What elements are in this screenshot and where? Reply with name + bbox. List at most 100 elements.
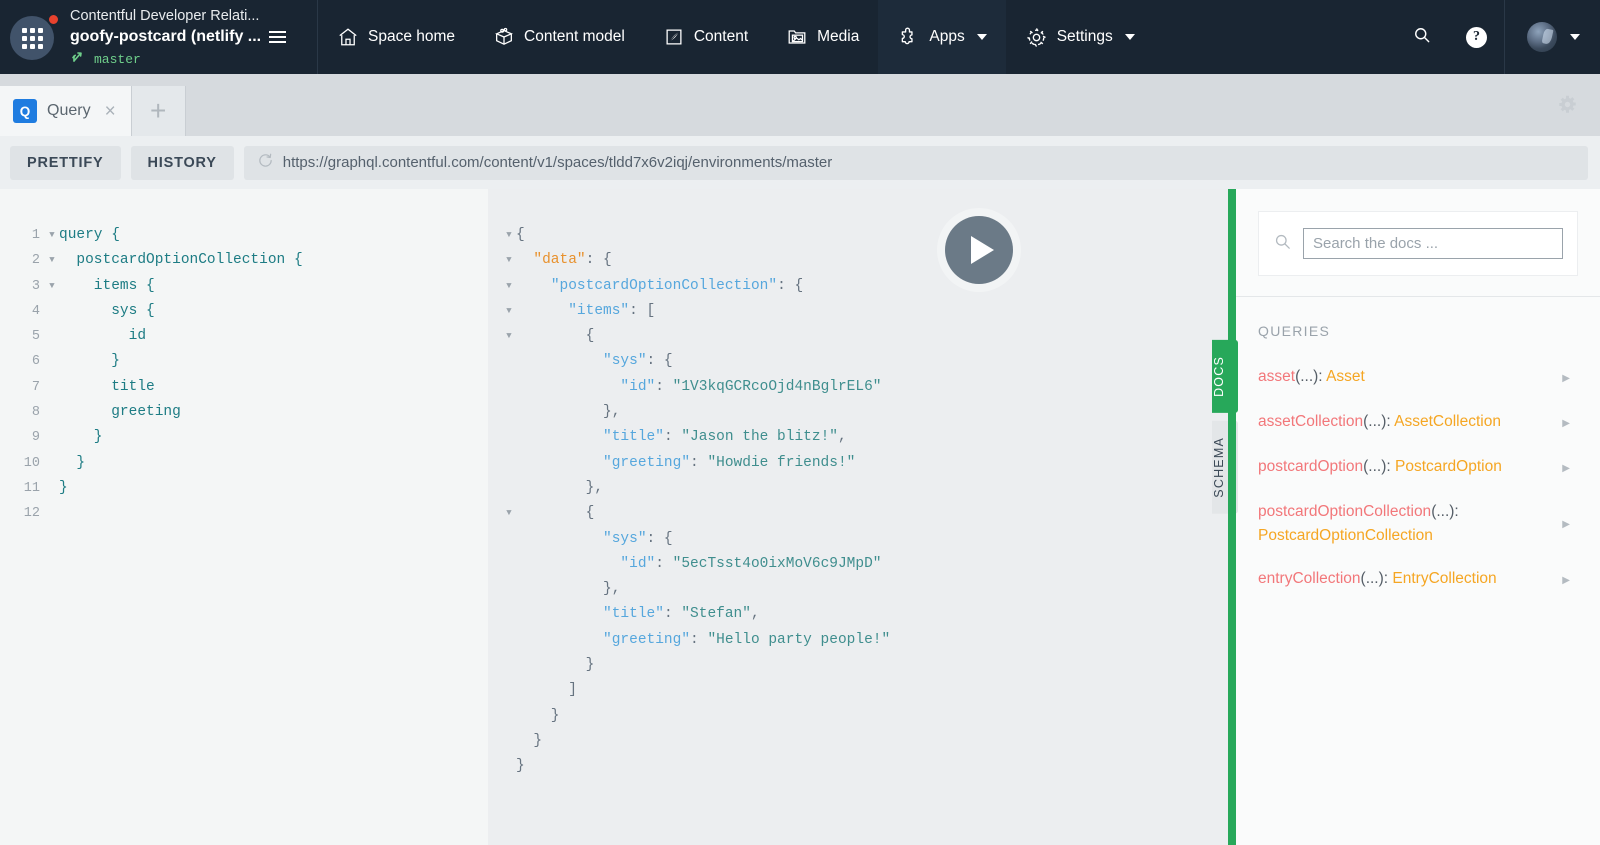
editor-line: 7 title <box>0 375 488 400</box>
chevron-right-icon[interactable]: ▶ <box>1562 410 1570 436</box>
fold-toggle-icon <box>488 729 516 754</box>
fold-toggle-icon[interactable]: ▼ <box>488 223 516 248</box>
line-number: 8 <box>31 405 40 421</box>
result-token: } <box>516 732 543 749</box>
docs-query-item[interactable]: entryCollection(...): EntryCollection ▶ <box>1258 567 1570 593</box>
result-token: "sys" <box>603 530 647 547</box>
chevron-right-icon[interactable]: ▶ <box>1562 365 1570 391</box>
fold-toggle-icon[interactable]: ▼ <box>488 274 516 299</box>
result-line: "title": "Jason the blitz!", <box>488 425 1228 450</box>
search-button[interactable] <box>1395 0 1449 74</box>
result-line: } <box>488 653 1228 678</box>
result-line: "id": "5ecTsst4o0ixMoV6c9JMpD" <box>488 552 1228 577</box>
search-icon-docs <box>1273 232 1292 256</box>
docs-search-input[interactable] <box>1303 228 1563 259</box>
docs-field-type[interactable]: Asset <box>1326 368 1365 385</box>
chevron-down-icon-account[interactable] <box>1570 34 1580 40</box>
fold-toggle-icon <box>488 678 516 703</box>
chevron-down-icon-settings[interactable] <box>1124 34 1135 40</box>
query-tab[interactable]: Q Query × <box>0 86 132 136</box>
endpoint-url-text: https://graphql.contentful.com/content/v… <box>282 154 833 171</box>
result-token: }, <box>516 479 604 496</box>
nav-item-content-model[interactable]: Content model <box>474 0 644 74</box>
nav-item-space-home[interactable]: Space home <box>318 0 474 74</box>
result-line: ▼{ <box>488 223 1228 248</box>
fold-toggle-icon[interactable]: ▼ <box>488 501 516 526</box>
docs-query-item[interactable]: assetCollection(...): AssetCollection ▶ <box>1258 410 1570 436</box>
endpoint-url-bar[interactable]: https://graphql.contentful.com/content/v… <box>243 145 1588 180</box>
line-number: 3 <box>31 278 40 294</box>
result-token: } <box>516 707 560 724</box>
result-line: "greeting": "Hello party people!" <box>488 628 1228 653</box>
editor-line: 6 } <box>0 349 488 374</box>
nav-item-content[interactable]: Content <box>644 0 767 74</box>
result-line: "greeting": "Howdie friends!" <box>488 451 1228 476</box>
docs-content: QUERIES asset(...): Asset ▶ assetCollectio… <box>1236 297 1600 845</box>
docs-field-name[interactable]: asset <box>1258 368 1295 385</box>
execute-query-button[interactable] <box>945 216 1013 284</box>
docs-query-item[interactable]: postcardOption(...): PostcardOption ▶ <box>1258 455 1570 481</box>
result-line: ▼ "postcardOptionCollection": { <box>488 274 1228 299</box>
editor-settings-button[interactable] <box>1557 94 1600 136</box>
docs-field-name[interactable]: assetCollection <box>1258 413 1363 430</box>
docs-field-name[interactable]: postcardOptionCollection <box>1258 503 1431 520</box>
fold-toggle-icon <box>488 400 516 425</box>
result-token <box>516 299 568 324</box>
docs-field-type[interactable]: EntryCollection <box>1392 570 1496 587</box>
docs-query-item[interactable]: postcardOptionCollection(...): PostcardO… <box>1258 500 1570 548</box>
close-icon[interactable]: × <box>105 102 116 121</box>
nav-item-media[interactable]: Media <box>767 0 878 74</box>
chevron-right-icon[interactable]: ▶ <box>1562 567 1570 593</box>
app-launcher[interactable] <box>10 12 60 62</box>
editor-line-text: } <box>59 454 86 471</box>
gear-icon <box>1557 95 1578 119</box>
fold-toggle-icon[interactable]: ▼ <box>45 223 59 248</box>
space-selector[interactable]: Contentful Developer Relati... goofy-pos… <box>0 0 318 74</box>
fold-toggle-icon <box>45 476 59 501</box>
docs-panel-divider[interactable] <box>1228 189 1236 845</box>
result-viewer[interactable]: ▼{▼ "data": {▼ "postcardOptionCollection… <box>488 189 1228 845</box>
environment-name: master <box>94 51 141 67</box>
result-token: }, <box>516 404 621 421</box>
top-navigation-bar: Contentful Developer Relati... goofy-pos… <box>0 0 1600 74</box>
docs-query-item-text: postcardOption(...): PostcardOption <box>1258 455 1562 479</box>
organization-name: Contentful Developer Relati... <box>70 8 260 24</box>
editor-line: 5 id <box>0 324 488 349</box>
fold-toggle-icon[interactable]: ▼ <box>488 299 516 324</box>
fold-toggle-icon[interactable]: ▼ <box>45 248 59 273</box>
chevron-down-icon-apps[interactable] <box>976 34 987 40</box>
editor-line-text: title <box>59 378 155 395</box>
account-menu[interactable] <box>1504 0 1600 74</box>
fold-toggle-icon[interactable]: ▼ <box>488 248 516 273</box>
editor-line: 2 ▼ postcardOptionCollection { <box>0 248 488 273</box>
fold-toggle-icon[interactable]: ▼ <box>45 274 59 299</box>
result-token: : { <box>646 530 673 547</box>
nav-label-content: Content <box>693 28 749 45</box>
docs-field-type[interactable]: PostcardOption <box>1395 458 1502 475</box>
add-tab-button[interactable]: + <box>131 86 186 136</box>
docs-query-item[interactable]: asset(...): Asset ▶ <box>1258 365 1570 391</box>
fold-toggle-icon[interactable]: ▼ <box>488 324 516 349</box>
prettify-button[interactable]: PRETTIFY <box>10 145 121 180</box>
query-editor[interactable]: 1 ▼ query {2 ▼ postcardOptionCollection {3 ▼… <box>0 189 488 845</box>
result-token <box>516 552 620 577</box>
docs-field-args: (...): <box>1295 368 1327 385</box>
docs-field-name[interactable]: postcardOption <box>1258 458 1363 475</box>
nav-item-apps[interactable]: Apps <box>878 0 1006 74</box>
help-question-icon: ? <box>1466 26 1487 48</box>
help-button[interactable]: ? <box>1449 0 1504 74</box>
editor-line: 9 } <box>0 425 488 450</box>
refresh-icon[interactable] <box>257 152 274 174</box>
nav-item-settings[interactable]: Settings <box>1006 0 1154 74</box>
docs-field-name[interactable]: entryCollection <box>1258 570 1361 587</box>
hamburger-menu-icon[interactable] <box>269 30 287 44</box>
chevron-right-icon[interactable]: ▶ <box>1562 511 1570 537</box>
chevron-right-icon[interactable]: ▶ <box>1562 455 1570 481</box>
docs-field-args: (...): <box>1363 458 1395 475</box>
line-number: 6 <box>31 354 40 370</box>
docs-field-type[interactable]: AssetCollection <box>1394 413 1501 430</box>
fold-toggle-icon <box>45 349 59 374</box>
history-button[interactable]: HISTORY <box>130 145 234 180</box>
editor-line: 10 } <box>0 451 488 476</box>
docs-field-type[interactable]: PostcardOptionCollection <box>1258 527 1433 544</box>
